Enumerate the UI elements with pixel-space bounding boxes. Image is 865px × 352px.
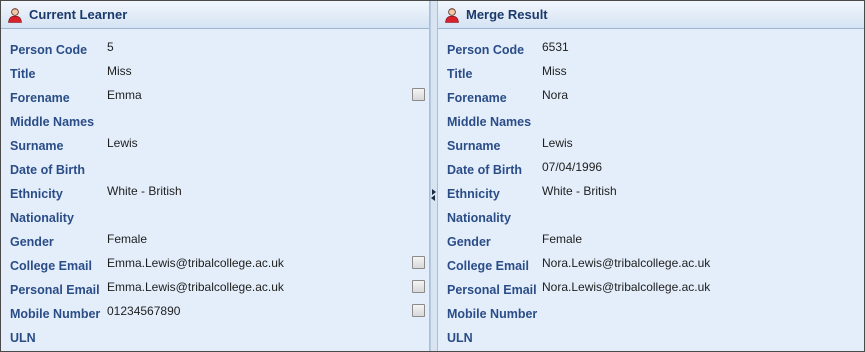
field-label: Mobile Number <box>447 307 538 321</box>
field-label: Middle Names <box>447 115 532 129</box>
field-label: Nationality <box>10 211 74 225</box>
field-value: Emma.Lewis@tribalcollege.ac.uk <box>107 280 284 294</box>
field-value: Emma.Lewis@tribalcollege.ac.uk <box>107 256 284 270</box>
field-value: Nora.Lewis@tribalcollege.ac.uk <box>542 256 711 270</box>
field-label: Mobile Number <box>10 307 101 321</box>
field-row-gender: Gender Female <box>438 229 864 253</box>
field-label: Ethnicity <box>447 187 500 201</box>
field-label: ULN <box>447 331 473 345</box>
field-label: Nationality <box>447 211 511 225</box>
field-row-personal-email: Personal Email Emma.Lewis@tribalcollege.a… <box>1 277 429 301</box>
select-forename-checkbox[interactable] <box>412 88 425 101</box>
field-value: Lewis <box>107 136 138 150</box>
select-college-email-checkbox[interactable] <box>412 256 425 269</box>
field-label: Person Code <box>447 43 525 57</box>
field-value: White - British <box>107 184 182 198</box>
merge-window: Current Learner Person Code 5 Title Miss For… <box>0 0 865 352</box>
field-row-surname: Surname Lewis <box>1 133 429 157</box>
field-value: Emma <box>107 88 142 102</box>
field-row-middle-names: Middle Names <box>1 109 429 133</box>
field-label: Date of Birth <box>10 163 85 177</box>
field-row-ethnicity: Ethnicity White - British <box>1 181 429 205</box>
field-row-title: Title Miss <box>438 61 864 85</box>
collapse-right-icon[interactable] <box>432 189 436 195</box>
field-row-forename: Forename Nora <box>438 85 864 109</box>
field-row-middle-names: Middle Names <box>438 109 864 133</box>
field-label: Date of Birth <box>447 163 522 177</box>
field-row-surname: Surname Lewis <box>438 133 864 157</box>
field-row-gender: Gender Female <box>1 229 429 253</box>
select-personal-email-checkbox[interactable] <box>412 280 425 293</box>
panel-title: Merge Result <box>466 7 548 22</box>
field-row-forename: Forename Emma <box>1 85 429 109</box>
field-value: Miss <box>107 64 132 78</box>
field-value: Nora.Lewis@tribalcollege.ac.uk <box>542 280 711 294</box>
field-value: Lewis <box>542 136 573 150</box>
field-label: College Email <box>10 259 92 273</box>
field-label: Title <box>447 67 473 81</box>
field-label: College Email <box>447 259 529 273</box>
field-label: Personal Email <box>447 283 537 297</box>
current-learner-header: Current Learner <box>1 1 429 29</box>
field-row-uln: ULN <box>1 325 429 349</box>
field-label: Middle Names <box>10 115 95 129</box>
collapse-left-icon[interactable] <box>431 195 435 201</box>
select-mobile-number-checkbox[interactable] <box>412 304 425 317</box>
field-row-person-code: Person Code 6531 <box>438 37 864 61</box>
field-label: Title <box>10 67 36 81</box>
field-value: 6531 <box>542 40 569 54</box>
merge-result-header: Merge Result <box>438 1 864 29</box>
field-row-college-email: College Email Nora.Lewis@tribalcollege.ac… <box>438 253 864 277</box>
user-icon <box>444 7 460 23</box>
field-label: Person Code <box>10 43 88 57</box>
field-value: 07/04/1996 <box>542 160 603 174</box>
field-row-title: Title Miss <box>1 61 429 85</box>
user-icon <box>7 7 23 23</box>
field-label: Personal Email <box>10 283 100 297</box>
field-label: Forename <box>447 91 507 105</box>
field-label: ULN <box>10 331 36 345</box>
field-label: Surname <box>447 139 501 153</box>
field-row-ethnicity: Ethnicity White - British <box>438 181 864 205</box>
field-value: 01234567890 <box>107 304 181 318</box>
field-row-date-of-birth: Date of Birth 07/04/1996 <box>438 157 864 181</box>
field-value: Female <box>542 232 583 246</box>
field-row-mobile-number: Mobile Number 01234567890 <box>1 301 429 325</box>
field-row-person-code: Person Code 5 <box>1 37 429 61</box>
field-value: Female <box>107 232 148 246</box>
field-label: Ethnicity <box>10 187 63 201</box>
field-row-personal-email: Personal Email Nora.Lewis@tribalcollege.a… <box>438 277 864 301</box>
field-value: 5 <box>107 40 114 54</box>
field-row-uln: ULN <box>438 325 864 349</box>
merge-result-panel: Merge Result Person Code 6531 Title Miss For… <box>437 1 864 351</box>
field-row-college-email: College Email Emma.Lewis@tribalcollege.ac… <box>1 253 429 277</box>
field-value: White - British <box>542 184 617 198</box>
field-label: Forename <box>10 91 70 105</box>
panel-title: Current Learner <box>29 7 128 22</box>
field-label: Gender <box>10 235 54 249</box>
field-row-date-of-birth: Date of Birth <box>1 157 429 181</box>
field-row-nationality: Nationality <box>1 205 429 229</box>
field-row-mobile-number: Mobile Number <box>438 301 864 325</box>
current-learner-panel: Current Learner Person Code 5 Title Miss For… <box>1 1 430 351</box>
field-row-nationality: Nationality <box>438 205 864 229</box>
field-label: Surname <box>10 139 64 153</box>
field-value: Nora <box>542 88 569 102</box>
field-value: Miss <box>542 64 567 78</box>
field-label: Gender <box>447 235 491 249</box>
